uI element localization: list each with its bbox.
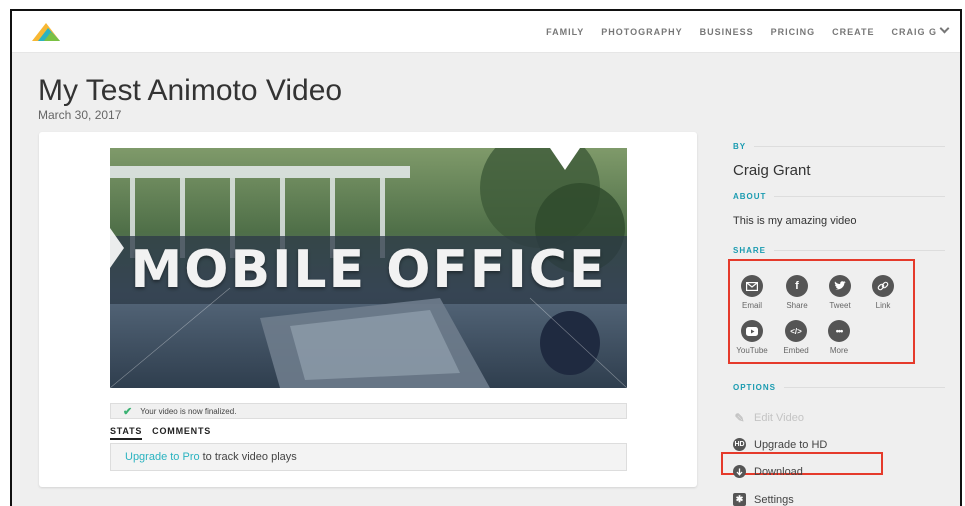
chevron-down-icon xyxy=(939,23,950,34)
download-option[interactable]: Download xyxy=(733,465,803,478)
video-overlay-title: MOBILE OFFICE xyxy=(130,240,607,300)
video-date: March 30, 2017 xyxy=(38,108,122,122)
video-player[interactable]: MOBILE OFFICE xyxy=(110,148,627,388)
nav-business[interactable]: BUSINESS xyxy=(700,27,754,37)
share-youtube-button[interactable]: YouTube xyxy=(732,320,772,355)
link-icon xyxy=(872,275,894,297)
by-label-text: BY xyxy=(733,142,747,151)
share-twitter-label: Tweet xyxy=(829,301,851,310)
upgrade-pro-link[interactable]: Upgrade to Pro xyxy=(125,451,200,463)
hd-icon: HD xyxy=(733,438,746,451)
download-label: Download xyxy=(754,465,803,478)
author-name[interactable]: Craig Grant xyxy=(733,162,811,179)
youtube-icon xyxy=(741,320,763,342)
top-navbar: FAMILY PHOTOGRAPHY BUSINESS PRICING CREA… xyxy=(12,11,960,53)
share-link-label: Link xyxy=(875,301,891,310)
upgrade-hd-label: Upgrade to HD xyxy=(754,438,828,451)
divider xyxy=(754,146,945,147)
options-label-text: OPTIONS xyxy=(733,383,777,392)
share-label-text: SHARE xyxy=(733,246,767,255)
tab-stats[interactable]: STATS xyxy=(110,426,143,440)
tab-comments[interactable]: COMMENTS xyxy=(152,426,211,440)
share-embed-button[interactable]: </> Embed xyxy=(776,320,816,355)
nav-photography[interactable]: PHOTOGRAPHY xyxy=(601,27,682,37)
share-youtube-label: YouTube xyxy=(736,346,768,355)
upgrade-hd-option[interactable]: HD Upgrade to HD xyxy=(733,438,827,451)
share-label: SHARE xyxy=(733,246,945,255)
share-more-button[interactable]: ••• More xyxy=(819,320,859,355)
options-label: OPTIONS xyxy=(733,383,945,392)
gear-icon: ✱ xyxy=(733,493,746,506)
nav-pricing[interactable]: PRICING xyxy=(771,27,816,37)
check-icon: ✔ xyxy=(123,405,133,418)
animoto-logo[interactable] xyxy=(32,23,60,41)
divider xyxy=(774,250,945,251)
nav-create[interactable]: CREATE xyxy=(832,27,874,37)
video-card: MOBILE OFFICE ✔ Your video is now finali… xyxy=(39,132,697,487)
edit-video-option[interactable]: ✎ Edit Video xyxy=(733,410,804,425)
video-tabs: STATS COMMENTS xyxy=(110,426,211,440)
facebook-icon: f xyxy=(786,275,808,297)
share-link-button[interactable]: Link xyxy=(863,275,903,310)
share-facebook-button[interactable]: f Share xyxy=(777,275,817,310)
pencil-icon: ✎ xyxy=(734,410,745,425)
divider xyxy=(784,387,945,388)
main-nav: FAMILY PHOTOGRAPHY BUSINESS PRICING CREA… xyxy=(546,23,950,37)
settings-label: Settings xyxy=(754,493,794,506)
share-email-label: Email xyxy=(741,301,762,310)
account-menu[interactable]: CRAIG G xyxy=(891,23,950,37)
share-facebook-label: Share xyxy=(786,301,808,310)
page-title: My Test Animoto Video xyxy=(38,74,343,107)
app-frame: FAMILY PHOTOGRAPHY BUSINESS PRICING CREA… xyxy=(10,9,962,506)
stats-text: to track video plays xyxy=(202,451,297,463)
stats-panel: Upgrade to Pro to track video plays xyxy=(110,443,627,471)
by-label: BY xyxy=(733,142,945,151)
share-twitter-button[interactable]: Tweet xyxy=(820,275,860,310)
account-name: CRAIG G xyxy=(891,27,937,37)
download-icon xyxy=(733,465,746,478)
embed-icon: </> xyxy=(785,320,807,342)
twitter-icon xyxy=(829,275,851,297)
more-icon: ••• xyxy=(828,320,850,342)
share-embed-label: Embed xyxy=(783,346,809,355)
nav-family[interactable]: FAMILY xyxy=(546,27,584,37)
about-text: This is my amazing video xyxy=(733,215,857,227)
share-email-button[interactable]: Email xyxy=(732,275,772,310)
email-icon xyxy=(741,275,763,297)
about-label: ABOUT xyxy=(733,192,945,201)
edit-video-label: Edit Video xyxy=(754,411,804,424)
share-more-label: More xyxy=(829,346,849,355)
divider xyxy=(774,196,945,197)
settings-option[interactable]: ✱ Settings xyxy=(733,493,794,506)
finalized-notice: ✔ Your video is now finalized. xyxy=(110,403,627,419)
about-label-text: ABOUT xyxy=(733,192,767,201)
notice-text: Your video is now finalized. xyxy=(140,406,237,416)
